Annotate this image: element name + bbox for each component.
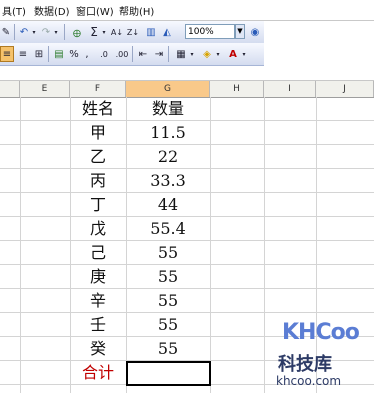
- borders-dropdown-icon[interactable]: ▾: [188, 46, 196, 62]
- table-row: 丙 33.3: [0, 169, 374, 193]
- watermark-name: 科技库: [278, 354, 332, 375]
- toolbar-separator: [168, 46, 169, 62]
- table-row: 丁 44: [0, 193, 374, 217]
- column-header-j[interactable]: J: [316, 81, 374, 97]
- undo-icon[interactable]: ↶: [18, 24, 30, 40]
- table-row: 姓名 数量: [0, 97, 374, 121]
- cell-total-value: [128, 363, 209, 387]
- align-left-icon[interactable]: ≡: [0, 46, 14, 62]
- watermark-logo: KHCoo: [282, 320, 360, 345]
- cell-name[interactable]: 己: [70, 241, 126, 265]
- autosum-icon[interactable]: Σ: [88, 24, 100, 40]
- table-row: 己 55: [0, 241, 374, 265]
- currency-icon[interactable]: ▤: [52, 46, 66, 62]
- table-row: 辛 55: [0, 289, 374, 313]
- decrease-indent-icon[interactable]: ⇤: [136, 46, 150, 62]
- cell-header-name[interactable]: 姓名: [70, 97, 126, 121]
- increase-decimal-icon[interactable]: .0: [96, 46, 112, 62]
- column-header-g[interactable]: G: [126, 81, 210, 97]
- menu-bar: 具(T) 数据(D) 窗口(W) 帮助(H): [0, 0, 374, 21]
- cell-name[interactable]: 癸: [70, 337, 126, 361]
- table-row: 戊 55.4: [0, 217, 374, 241]
- cell-value[interactable]: 55: [126, 313, 210, 337]
- cell-name[interactable]: 辛: [70, 289, 126, 313]
- cell-name[interactable]: 壬: [70, 313, 126, 337]
- formatting-toolbar: ≡ ≡ ⊞ ▤ % , .0 .00 ⇤ ⇥ ▦ ▾ ◈ ▾ A ▾: [0, 43, 264, 66]
- fill-color-icon[interactable]: ◈: [200, 46, 214, 62]
- font-color-dropdown-icon[interactable]: ▾: [240, 46, 248, 62]
- cell-value[interactable]: 44: [126, 193, 210, 217]
- drawing-icon[interactable]: ◭: [160, 24, 174, 40]
- column-header-h[interactable]: H: [210, 81, 264, 97]
- row-header-corner[interactable]: [0, 81, 20, 97]
- font-color-icon[interactable]: A: [226, 46, 240, 62]
- table-row: 庚 55: [0, 265, 374, 289]
- watermark: KHCoo 科技库 khcoo.com: [268, 320, 368, 392]
- borders-icon[interactable]: ▦: [174, 46, 188, 62]
- menu-data[interactable]: 数据(D): [34, 3, 70, 18]
- watermark-url: khcoo.com: [276, 374, 342, 388]
- decrease-decimal-icon[interactable]: .00: [114, 46, 130, 62]
- sort-descending-icon[interactable]: Z↓: [126, 24, 140, 40]
- hyperlink-icon[interactable]: 🜨: [70, 24, 84, 40]
- fill-color-dropdown-icon[interactable]: ▾: [214, 46, 222, 62]
- redo-dropdown-icon[interactable]: ▾: [52, 24, 60, 40]
- menu-help[interactable]: 帮助(H): [119, 3, 154, 18]
- increase-indent-icon[interactable]: ⇥: [152, 46, 166, 62]
- align-center-icon[interactable]: ≡: [16, 46, 30, 62]
- toolbar-separator: [14, 24, 15, 40]
- cell-value[interactable]: 55: [126, 265, 210, 289]
- cell-value[interactable]: 33.3: [126, 169, 210, 193]
- toolbar-separator: [132, 46, 133, 62]
- undo-dropdown-icon[interactable]: ▾: [30, 24, 38, 40]
- cell-header-value[interactable]: 数量: [126, 97, 210, 121]
- cell-value[interactable]: 55.4: [126, 217, 210, 241]
- cell-value[interactable]: 55: [126, 289, 210, 313]
- help-icon[interactable]: ◉: [249, 24, 261, 40]
- autosum-dropdown-icon[interactable]: ▾: [100, 24, 108, 40]
- menu-window[interactable]: 窗口(W): [76, 3, 114, 18]
- cell-value[interactable]: 55: [126, 337, 210, 361]
- cell-value[interactable]: 11.5: [126, 121, 210, 145]
- column-headers: E F G H I J: [0, 80, 374, 98]
- table-row: 甲 11.5: [0, 121, 374, 145]
- cell-name[interactable]: 丁: [70, 193, 126, 217]
- chart-wizard-icon[interactable]: ▥: [144, 24, 158, 40]
- standard-toolbar: ✎ ↶ ▾ ↷ ▾ 🜨 Σ ▾ A↓ Z↓ ▥ ◭ 100% ▼ ◉: [0, 21, 264, 44]
- percent-icon[interactable]: %: [68, 46, 80, 62]
- cell-total-label[interactable]: 合计: [70, 361, 126, 385]
- table-row: 乙 22: [0, 145, 374, 169]
- merge-center-icon[interactable]: ⊞: [32, 46, 46, 62]
- zoom-box[interactable]: 100%: [185, 24, 235, 39]
- menu-tools[interactable]: 具(T): [2, 3, 26, 18]
- zoom-dropdown-icon[interactable]: ▼: [235, 24, 245, 39]
- brush-icon[interactable]: ✎: [0, 24, 12, 40]
- cell-name[interactable]: 乙: [70, 145, 126, 169]
- cell-name[interactable]: 戊: [70, 217, 126, 241]
- cell-value[interactable]: 22: [126, 145, 210, 169]
- redo-icon[interactable]: ↷: [40, 24, 52, 40]
- cell-value[interactable]: 55: [126, 241, 210, 265]
- active-cell-total[interactable]: [126, 361, 211, 386]
- toolbar-separator: [64, 24, 65, 40]
- column-header-f[interactable]: F: [70, 81, 126, 97]
- toolbar-separator: [48, 46, 49, 62]
- cell-name[interactable]: 丙: [70, 169, 126, 193]
- sort-ascending-icon[interactable]: A↓: [110, 24, 124, 40]
- column-header-e[interactable]: E: [20, 81, 70, 97]
- cell-name[interactable]: 甲: [70, 121, 126, 145]
- comma-style-icon[interactable]: ,: [82, 46, 92, 62]
- toolbar-empty-area: [264, 21, 374, 65]
- column-header-i[interactable]: I: [264, 81, 316, 97]
- cell-name[interactable]: 庚: [70, 265, 126, 289]
